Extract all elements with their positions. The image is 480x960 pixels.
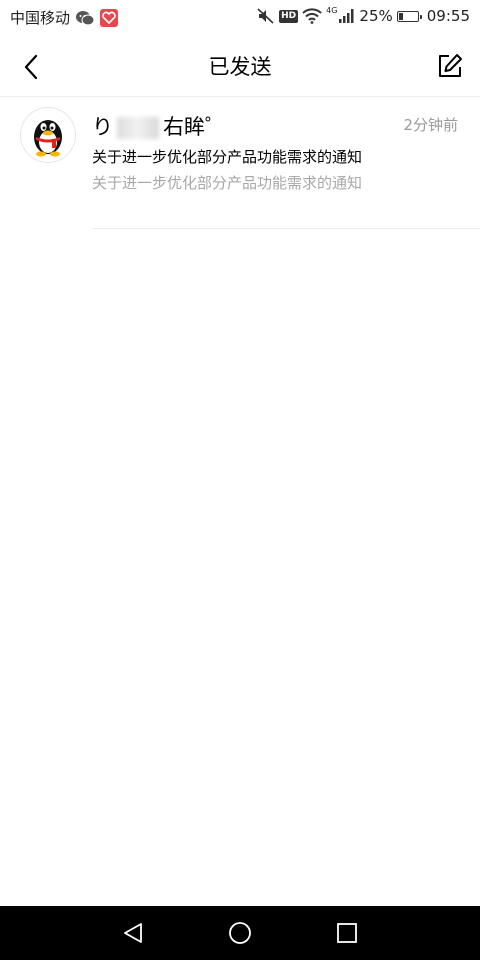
carrier-label: 中国移动 xyxy=(10,9,71,27)
mail-subject: 关于进一步优化部分产品功能需求的通知 xyxy=(92,148,363,166)
mute-icon xyxy=(257,8,275,24)
nav-back-icon xyxy=(124,923,142,943)
nav-back-button[interactable] xyxy=(119,919,147,947)
nav-home-button[interactable] xyxy=(226,919,254,947)
heart-app-icon xyxy=(100,8,119,27)
redacted-name-block xyxy=(117,117,159,139)
battery-fill xyxy=(398,12,403,20)
mail-list-item[interactable]: り 右眸゜ 2分钟前 关于进一步优化部分产品功能需求的通知 关于进一步优化部分产品… xyxy=(0,97,480,229)
battery-icon xyxy=(396,10,422,22)
signal-icon xyxy=(339,9,355,23)
navigation-bar: 已发送 xyxy=(0,34,480,97)
mail-preview: 关于进一步优化部分产品功能需求的通知 xyxy=(92,174,363,192)
status-bar-right: HD 4G 25% 09:55 xyxy=(257,5,470,25)
wechat-icon xyxy=(75,10,95,26)
status-bar: 中国移动 HD 4G 25% 09:55 xyxy=(0,0,480,34)
list-divider xyxy=(92,228,480,229)
avatar xyxy=(20,107,76,163)
mail-time: 2分钟前 xyxy=(403,116,458,134)
nav-recent-button[interactable] xyxy=(333,919,361,947)
sender-name: り 右眸゜ xyxy=(92,111,226,141)
battery-percent: 25% xyxy=(359,7,393,25)
system-nav-bar xyxy=(0,906,480,960)
wifi-icon xyxy=(302,8,322,24)
hd-badge: HD xyxy=(279,9,299,23)
page-title: 已发送 xyxy=(208,55,272,79)
nav-home-icon xyxy=(229,922,251,944)
clock: 09:55 xyxy=(426,7,470,25)
compose-button[interactable] xyxy=(432,48,468,84)
network-generation: 4G xyxy=(326,5,338,15)
sender-name-prefix: り xyxy=(92,115,113,139)
nav-recent-icon xyxy=(337,923,357,943)
compose-icon xyxy=(439,54,462,77)
status-bar-left: 中国移动 xyxy=(10,7,119,28)
sender-name-suffix: 右眸゜ xyxy=(163,115,226,139)
qq-penguin-avatar xyxy=(34,120,62,157)
